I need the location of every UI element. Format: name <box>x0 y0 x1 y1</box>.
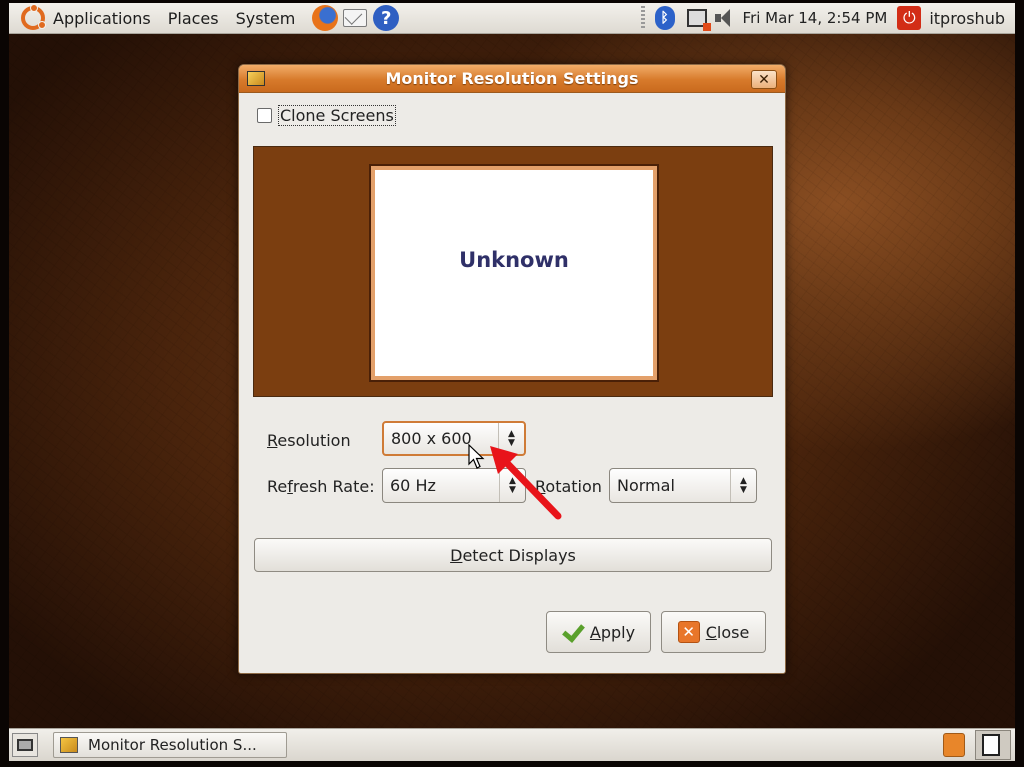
close-mnemonic: C <box>705 622 717 642</box>
help-icon[interactable]: ? <box>373 5 400 31</box>
detect-label: etect Displays <box>462 545 576 565</box>
close-icon: ✕ <box>677 621 700 643</box>
clone-screens-option[interactable]: Clone Screens <box>257 105 396 126</box>
monitor-resolution-dialog: Monitor Resolution Settings ✕ Clone Scre… <box>238 64 786 674</box>
panel-separator <box>640 6 645 30</box>
bottom-panel: Monitor Resolution S... <box>9 728 1015 761</box>
clone-screens-checkbox[interactable] <box>257 108 272 123</box>
apply-mnemonic: A <box>589 622 601 642</box>
network-icon[interactable] <box>686 9 711 31</box>
refresh-rate-label-prefix: Re <box>267 477 288 496</box>
refresh-rate-value: 60 Hz <box>390 476 436 495</box>
window-close-button[interactable]: ✕ <box>751 70 777 89</box>
close-label: lose <box>716 622 750 642</box>
mouse-cursor-icon <box>468 444 485 469</box>
trash-icon[interactable] <box>943 733 965 757</box>
apply-button[interactable]: Apply <box>546 611 651 653</box>
clock[interactable]: Fri Mar 14, 2:54 PM <box>743 9 888 27</box>
refresh-rate-label: Refresh Rate: <box>267 477 375 496</box>
rotation-select[interactable]: Normal ▲ ▼ <box>609 468 757 503</box>
panel-tray: ᛒ Fri Mar 14, 2:54 PM ⏻ itproshub <box>640 3 1015 33</box>
menu-system[interactable]: System <box>236 9 296 28</box>
user-name[interactable]: itproshub <box>929 9 1005 28</box>
taskbar-window-label: Monitor Resolution S... <box>88 736 257 754</box>
ubuntu-logo-icon[interactable] <box>21 4 46 30</box>
power-icon[interactable]: ⏻ <box>897 6 922 30</box>
resolution-label-rest: esolution <box>277 431 351 450</box>
monitor-preview-area: Unknown <box>253 146 773 397</box>
menu-places[interactable]: Places <box>168 9 219 28</box>
detect-mnemonic: D <box>450 545 463 565</box>
apply-label: pply <box>600 622 636 642</box>
mail-icon[interactable] <box>343 9 368 27</box>
monitor-name: Unknown <box>459 248 569 272</box>
refresh-rate-label-rest: resh Rate: <box>292 477 375 496</box>
firefox-icon[interactable] <box>312 5 339 31</box>
detect-displays-button[interactable]: Detect Displays <box>254 538 772 572</box>
menu-applications[interactable]: Applications <box>53 9 151 28</box>
annotation-arrow <box>490 446 562 520</box>
resolution-value: 800 x 600 <box>391 429 472 448</box>
show-desktop-button[interactable] <box>12 733 38 757</box>
top-panel: Applications Places System ? ᛒ Fri Mar 1… <box>9 3 1015 34</box>
dialog-titlebar[interactable]: Monitor Resolution Settings ✕ <box>239 65 785 93</box>
clone-screens-label[interactable]: Clone Screens <box>278 105 396 126</box>
close-button[interactable]: ✕ Close <box>661 611 766 653</box>
dialog-title: Monitor Resolution Settings <box>385 69 639 88</box>
monitor-preview[interactable]: Unknown <box>369 164 659 382</box>
resolution-label: Resolution <box>267 431 351 450</box>
volume-icon[interactable] <box>714 9 737 27</box>
desktop-icon <box>17 739 33 751</box>
taskbar-window-button[interactable]: Monitor Resolution S... <box>53 732 287 758</box>
workspace-1[interactable] <box>982 734 1000 756</box>
resolution-label-mnemonic: R <box>267 431 278 450</box>
bluetooth-icon[interactable]: ᛒ <box>654 6 675 30</box>
workspace-switcher[interactable] <box>975 730 1011 760</box>
monitor-icon <box>60 737 78 753</box>
rotation-value: Normal <box>617 476 675 495</box>
spin-arrows-icon: ▲ ▼ <box>730 469 756 502</box>
checkmark-icon <box>562 624 584 640</box>
